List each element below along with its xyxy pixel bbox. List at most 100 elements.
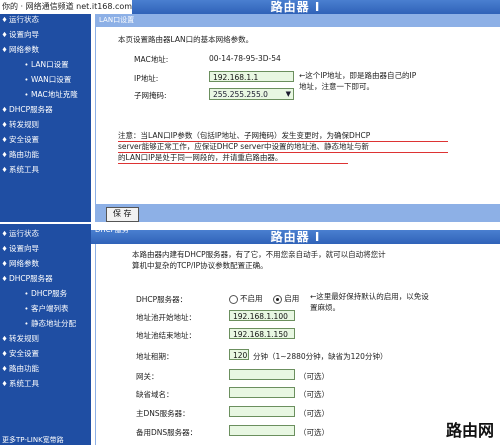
- sidebar-item[interactable]: ♦系统工具: [0, 162, 91, 177]
- red-underline: [118, 141, 448, 142]
- dhcp-radio-group: 不启用 启用: [229, 293, 299, 304]
- sidebar-item-label: WAN口设置: [31, 75, 72, 84]
- sidebar-item[interactable]: ♦路由功能: [0, 361, 91, 376]
- domain-input[interactable]: [229, 387, 295, 398]
- warning-note-line2: server能够正常工作，应保证DHCP server中设置的地址池、静态地址与…: [118, 142, 370, 151]
- sidebar-item[interactable]: • DHCP服务: [0, 286, 91, 301]
- sidebar-item[interactable]: ♦转发规则: [0, 117, 91, 132]
- sidebar-item-label: 系统工具: [9, 379, 39, 388]
- sidebar-item[interactable]: ♦网络参数: [0, 256, 91, 271]
- sidebar-item-label: DHCP服务器: [9, 105, 53, 114]
- pool-start-label: 地址池开始地址：: [136, 313, 196, 322]
- primary-dns-input[interactable]: [229, 406, 295, 417]
- sidebar-item-label: 转发规则: [9, 334, 39, 343]
- sidebar-item-label: 安全设置: [9, 349, 39, 358]
- bullet-icon: •: [24, 320, 29, 328]
- bullet-icon: ♦: [1, 365, 8, 373]
- main-area: 路由器 I LAN口设置 本页设置路由器LAN口的基本网络参数。 MAC地址: …: [91, 0, 500, 222]
- sidebar-item-label: LAN口设置: [31, 60, 69, 69]
- dhcp-off-radio[interactable]: [229, 294, 238, 304]
- warning-note: 注意：当LAN口IP参数（包括IP地址、子网掩码）发生变更时，为确保DHCP s…: [118, 130, 370, 163]
- watermark: 路由网: [445, 421, 494, 440]
- bullet-icon: ♦: [1, 166, 8, 174]
- mask-value: 255.255.255.0: [213, 90, 268, 99]
- dhcp-off-label: 不启用: [240, 294, 263, 303]
- bullet-icon: •: [24, 91, 29, 99]
- site-banner: 你的 · 网络通信频道 net.it168.com: [0, 0, 132, 14]
- sidebar-item-label: 安全设置: [9, 135, 39, 144]
- sidebar-item[interactable]: ♦DHCP服务器: [0, 271, 91, 286]
- sidebar-item-label: 设置向导: [9, 244, 39, 253]
- ip-annotation-line2: 地址，注意一下即可。: [299, 82, 374, 91]
- sidebar-item[interactable]: ♦网络参数: [0, 42, 91, 57]
- bullet-icon: ♦: [1, 16, 8, 24]
- sidebar-item[interactable]: ♦系统工具: [0, 376, 91, 391]
- sidebar-item[interactable]: ♦设置向导: [0, 27, 91, 42]
- sidebar-item-label: 运行状态: [9, 229, 39, 238]
- dhcp-on-label: 启用: [284, 294, 300, 303]
- pool-end-input[interactable]: 192.168.1.150: [229, 328, 295, 339]
- bullet-icon: ♦: [1, 275, 8, 283]
- lease-label: 地址租期：: [136, 352, 174, 361]
- dhcp-annotation-line1: ←这里最好保持默认的启用，以免设: [310, 292, 429, 301]
- sidebar-item[interactable]: ♦转发规则: [0, 331, 91, 346]
- header-banner: 路由器 I: [91, 0, 500, 14]
- optional-text: （可选）: [299, 409, 329, 418]
- optional-text: （可选）: [299, 428, 329, 437]
- sidebar-item[interactable]: • MAC地址克隆: [0, 87, 91, 102]
- bullet-icon: ♦: [1, 121, 8, 129]
- warning-note-line3: 的LAN口IP是处于同一网段的，并请重启路由器。: [118, 153, 283, 162]
- bullet-icon: ♦: [1, 46, 8, 54]
- bullet-icon: ♦: [1, 31, 8, 39]
- bullet-icon: ♦: [1, 151, 8, 159]
- dhcp-annotation: ←这里最好保持默认的启用，以免设 置麻烦。: [310, 291, 429, 313]
- sidebar-item[interactable]: • 静态地址分配: [0, 316, 91, 331]
- sidebar-item[interactable]: ♦路由功能: [0, 147, 91, 162]
- bullet-icon: ♦: [1, 335, 8, 343]
- bullet-icon: ♦: [1, 260, 8, 268]
- mac-value: 00-14-78-95-3D-54: [209, 54, 281, 63]
- section-header: LAN口设置: [95, 14, 500, 27]
- sidebar-item[interactable]: • LAN口设置: [0, 57, 91, 72]
- bullet-icon: •: [24, 305, 29, 313]
- sidebar-item-label: 客户端列表: [31, 304, 69, 313]
- dhcp-on-radio[interactable]: [273, 294, 283, 304]
- save-button[interactable]: 保 存: [106, 207, 139, 222]
- bullet-icon: •: [24, 76, 29, 84]
- dhcp-settings-panel: ♦运行状态 ♦设置向导 ♦网络参数 ♦DHCP服务器 • DHCP服务 • 客户端列表 • 静态地…: [0, 224, 500, 445]
- sidebar-item[interactable]: ♦设置向导: [0, 241, 91, 256]
- intro-text-line2: 算机中复杂的TCP/IP协议参数配置正确。: [132, 261, 268, 270]
- mask-select[interactable]: 255.255.255.0 ▼: [209, 88, 294, 100]
- ip-input[interactable]: 192.168.1.1: [209, 71, 294, 82]
- bullet-icon: ♦: [1, 350, 8, 358]
- gateway-input[interactable]: [229, 369, 295, 380]
- page-title: 路由器 I: [270, 0, 321, 14]
- gateway-label: 网关：: [136, 372, 159, 381]
- dhcp-server-label: DHCP服务器：: [136, 295, 188, 304]
- lan-settings-panel: ♦运行状态 ♦设置向导 ♦网络参数 • LAN口设置 • WAN口设置 • MAC地址克隆 ♦DH…: [0, 0, 500, 222]
- warning-note-line1: 注意：当LAN口IP参数（包括IP地址、子网掩码）发生变更时，为确保DHCP: [118, 131, 371, 140]
- pool-start-input[interactable]: 192.168.1.100: [229, 310, 295, 321]
- primary-dns-label: 主DNS服务器：: [136, 409, 190, 418]
- sidebar-item-label: 网络参数: [9, 45, 39, 54]
- red-underline: [118, 163, 348, 164]
- mac-label: MAC地址:: [134, 55, 169, 64]
- sidebar-item[interactable]: ♦安全设置: [0, 346, 91, 361]
- sidebar-item[interactable]: ♦运行状态: [0, 226, 91, 241]
- secondary-dns-input[interactable]: [229, 425, 295, 436]
- intro-text: 本路由器内建有DHCP服务器，有了它，不用您亲自动手，就可以自动将您计 算机中复…: [132, 249, 386, 271]
- domain-label: 缺省域名：: [136, 390, 174, 399]
- sidebar-item-label: 设置向导: [9, 30, 39, 39]
- sidebar-item[interactable]: ♦安全设置: [0, 132, 91, 147]
- sidebar-item[interactable]: • 客户端列表: [0, 301, 91, 316]
- sidebar-item[interactable]: ♦DHCP服务器: [0, 102, 91, 117]
- sidebar-item-label: 网络参数: [9, 259, 39, 268]
- sidebar-item[interactable]: • WAN口设置: [0, 72, 91, 87]
- lease-input[interactable]: 120: [229, 349, 249, 360]
- sidebar-nav: ♦运行状态 ♦设置向导 ♦网络参数 ♦DHCP服务器 • DHCP服务 • 客户端列表 • 静态地…: [0, 226, 91, 391]
- sidebar-item-label: 转发规则: [9, 120, 39, 129]
- lease-unit: 分钟（1~2880分钟，缺省为120分钟）: [253, 352, 388, 361]
- content: 本页设置路由器LAN口的基本网络参数。 MAC地址: 00-14-78-95-3…: [95, 27, 500, 222]
- sidebar-item[interactable]: ♦运行状态: [0, 12, 91, 27]
- sidebar-item-label: 静态地址分配: [31, 319, 76, 328]
